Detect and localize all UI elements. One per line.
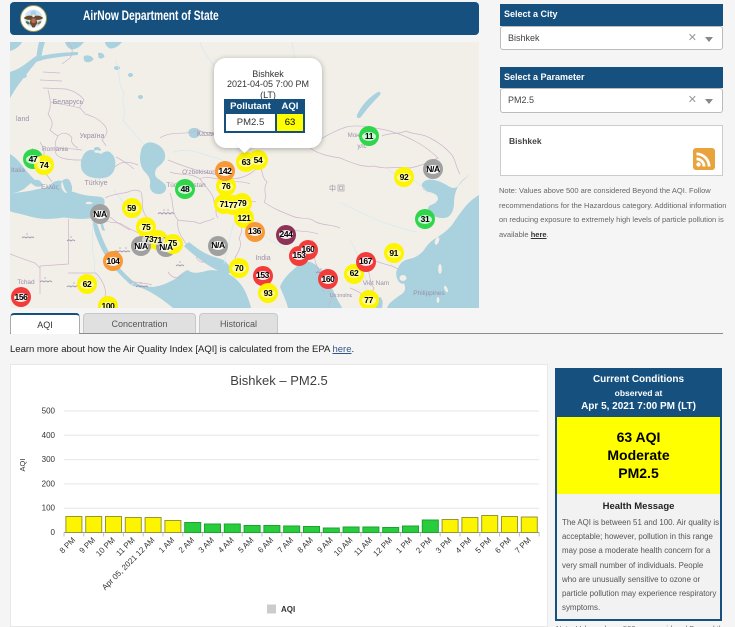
svg-text:200: 200 [42,479,56,488]
svg-text:2 PM: 2 PM [414,535,434,555]
svg-text:10 PM: 10 PM [94,535,117,558]
svg-text:500: 500 [42,407,56,416]
svg-text:400: 400 [42,431,56,440]
svg-text:5 PM: 5 PM [474,535,494,555]
svg-text:AQI: AQI [18,459,27,472]
svg-text:3 PM: 3 PM [434,535,454,555]
svg-text:7 AM: 7 AM [276,535,295,554]
svg-text:1 PM: 1 PM [394,535,414,555]
svg-text:300: 300 [42,455,56,464]
svg-text:8 AM: 8 AM [296,535,315,554]
svg-text:India: India [255,255,270,262]
svg-text:7 PM: 7 PM [513,535,533,555]
svg-text:3 AM: 3 AM [197,535,216,554]
svg-text:Bishkek – PM2.5: Bishkek – PM2.5 [230,373,328,388]
svg-text:4 PM: 4 PM [454,535,474,555]
svg-text:AQI: AQI [281,605,295,614]
svg-text:Türkiye: Türkiye [85,180,108,187]
svg-text:Tchad: Tchad [17,279,35,286]
svg-text:land: land [16,116,29,123]
svg-text:Україна: Україна [80,133,105,140]
svg-text:Philippines: Philippines [413,290,445,297]
svg-text:Ελλάς: Ελλάς [41,183,59,191]
svg-text:1 AM: 1 AM [157,535,176,554]
svg-text:12 PM: 12 PM [371,535,394,558]
svg-text:Romania: Romania [42,146,68,153]
svg-text:Беларусь: Беларусь [53,99,84,106]
svg-text:6 AM: 6 AM [256,535,275,554]
svg-text:4 AM: 4 AM [216,535,235,554]
svg-text:Việt Nam: Việt Nam [363,280,390,287]
svg-text:O'zbekiston: O'zbekiston [182,169,216,176]
svg-text:10 AM: 10 AM [332,535,355,558]
svg-text:5 AM: 5 AM [236,535,255,554]
svg-text:8 PM: 8 PM [58,535,78,555]
svg-text:100: 100 [42,504,56,513]
svg-text:Italia: Italia [11,167,25,174]
svg-text:0: 0 [51,528,56,537]
svg-text:2 AM: 2 AM [177,535,196,554]
svg-text:6 PM: 6 PM [493,535,513,555]
svg-text:Us:inɑlnɛ: Us:inɑlnɛ [330,293,353,299]
svg-text:11 AM: 11 AM [352,535,374,557]
